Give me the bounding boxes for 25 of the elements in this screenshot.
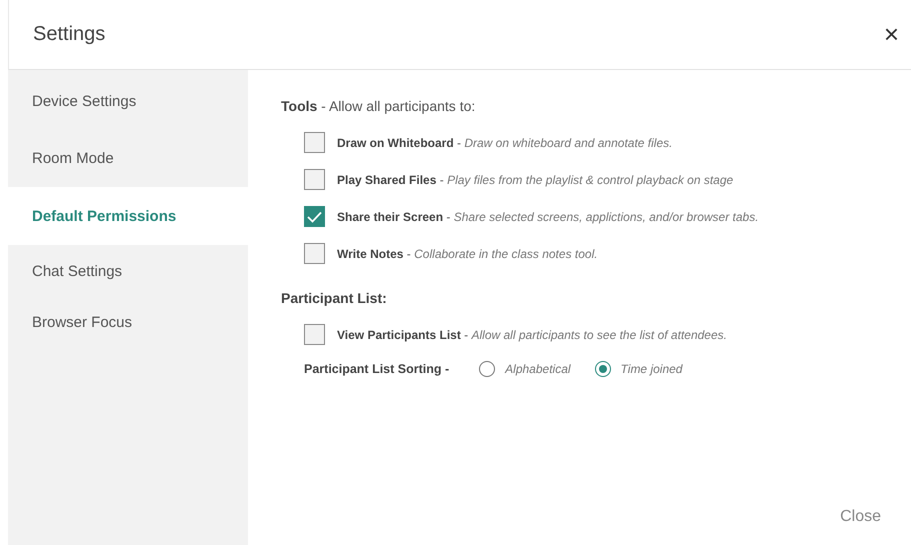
sidebar-item[interactable]: Chat Settings <box>8 245 248 297</box>
section-heading: Tools - Allow all participants to: <box>281 98 476 114</box>
checkbox[interactable] <box>304 243 325 264</box>
sidebar-item[interactable]: Device Settings <box>8 72 248 130</box>
option-label: Draw on Whiteboard - Draw on whiteboard and annotate files. <box>337 136 672 150</box>
sorting-label: Participant List Sorting - <box>304 362 450 376</box>
option-label: Share their Screen - Share selected screens, applictions, and/or browser tabs. <box>337 210 759 224</box>
option-label: Write Notes - Collaborate in the class notes tool. <box>337 246 598 260</box>
close-button[interactable]: Close <box>834 507 887 527</box>
option-label: Play Shared Files - Play files from the playlist & control playback on stage <box>337 172 734 186</box>
window-title: Settings <box>33 23 106 46</box>
checkbox[interactable] <box>304 324 325 345</box>
radio-label[interactable]: Time joined <box>620 362 682 376</box>
sidebar-item[interactable]: Browser Focus <box>8 297 248 347</box>
checkbox[interactable] <box>304 132 325 153</box>
section-heading: Participant List: <box>281 290 387 306</box>
sidebar-item[interactable]: Room Mode <box>8 130 248 187</box>
sidebar-item[interactable]: Default Permissions <box>8 187 248 245</box>
radio-button[interactable] <box>479 361 496 377</box>
checkbox[interactable] <box>304 206 325 227</box>
checkbox[interactable] <box>304 169 325 190</box>
close-button[interactable]: × <box>880 19 903 50</box>
radio-button[interactable] <box>594 361 611 377</box>
option-label: View Participants List - Allow all participants to see the list of attendees. <box>337 328 727 342</box>
radio-label[interactable]: Alphabetical <box>505 362 571 376</box>
